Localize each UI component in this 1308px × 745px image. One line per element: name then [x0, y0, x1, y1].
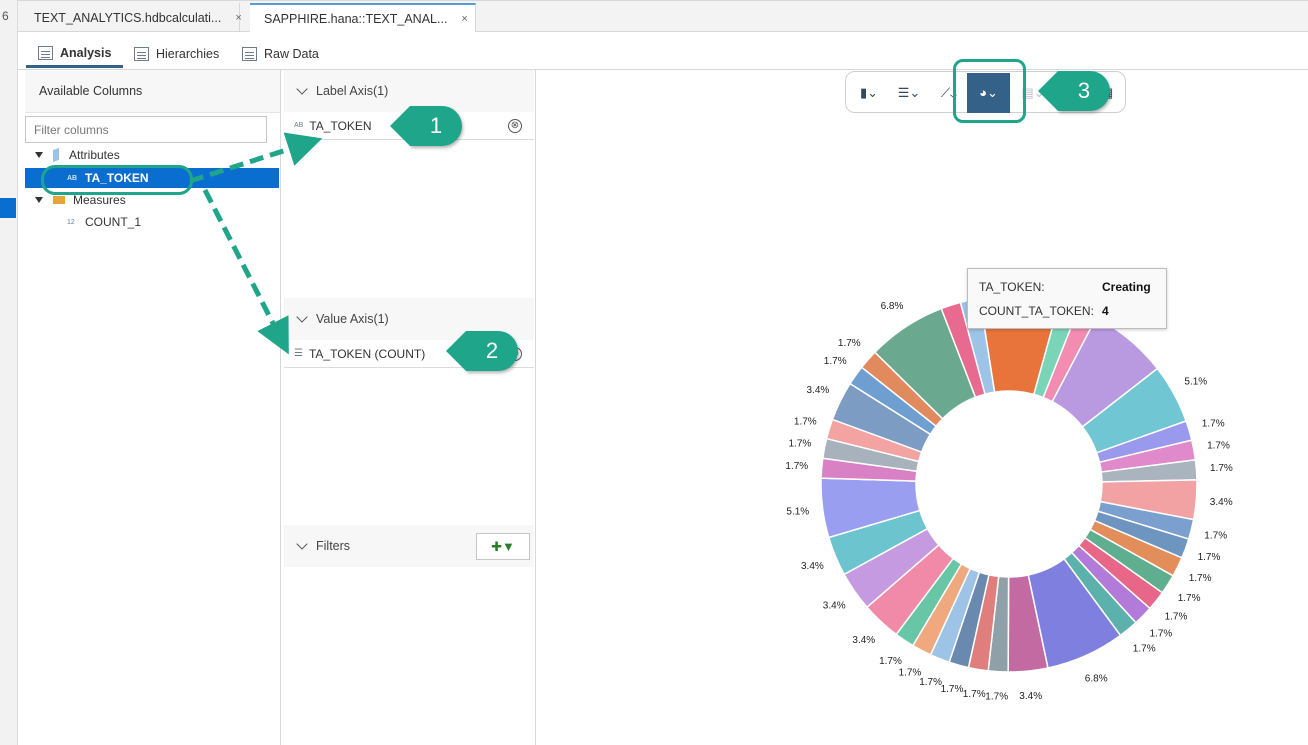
analysis-icon: [38, 45, 53, 60]
step-callout-3: 3: [1038, 71, 1110, 111]
bar-chart-icon: ☰⌄: [897, 85, 921, 100]
slice-data-label: 3.4%: [801, 561, 824, 572]
add-filter-icon: ✚▼: [491, 538, 515, 554]
slice-data-label: 1.7%: [785, 461, 808, 472]
tab-raw-data[interactable]: Raw Data: [242, 40, 319, 68]
slice-data-label: 1.7%: [1133, 644, 1156, 655]
add-filter-button[interactable]: ✚▼: [476, 533, 530, 560]
slice-data-label: 1.7%: [1178, 593, 1201, 604]
slice-data-label: 3.4%: [852, 635, 875, 646]
slice-data-label: 1.7%: [1165, 611, 1188, 622]
hierarchies-icon: [134, 47, 149, 61]
measure-icon: [53, 196, 65, 204]
tab-hierarchies[interactable]: Hierarchies: [134, 40, 219, 68]
type-number-icon: 12: [67, 218, 75, 226]
slice-data-label: 1.7%: [794, 417, 817, 428]
slice-data-label: 6.8%: [881, 301, 904, 312]
slice-data-label: 5.1%: [1184, 377, 1207, 388]
slice-data-label: 3.4%: [1019, 691, 1042, 702]
slice-data-label: 3.4%: [823, 601, 846, 612]
highlight-ring-ta-token: [41, 165, 193, 195]
slice-data-label: 1.7%: [985, 692, 1008, 703]
chevron-down-icon: [296, 83, 308, 95]
chevron-down-icon: [296, 311, 308, 323]
column-chart-button[interactable]: ▮⌄: [852, 77, 886, 109]
tab-label: Raw Data: [264, 47, 319, 61]
close-icon[interactable]: ×: [461, 13, 467, 25]
tooltip-value: 4: [1102, 304, 1109, 318]
axis-item-label: TA_TOKEN: [309, 118, 372, 133]
left-side-strip: 6: [0, 0, 18, 745]
tooltip-key: COUNT_TA_TOKEN:: [979, 304, 1094, 318]
slice-data-label: 1.7%: [899, 668, 922, 679]
slice-data-label: 3.4%: [807, 385, 830, 396]
slice-data-label: 1.7%: [1189, 573, 1212, 584]
folder-icon: [53, 147, 59, 163]
tree-item-label: COUNT_1: [85, 215, 142, 229]
axis-item-label: TA_TOKEN (COUNT): [308, 346, 426, 361]
type-text-icon: AB: [294, 122, 304, 129]
section-title: Filters: [316, 539, 351, 553]
slice-data-label: 1.7%: [941, 684, 964, 695]
tab-label: Analysis: [60, 45, 112, 60]
view-tab-bar: Analysis Hierarchies Raw Data: [18, 32, 1308, 70]
slice-data-label: 1.7%: [1207, 441, 1230, 452]
remove-icon[interactable]: ⊗: [508, 119, 522, 133]
highlight-ring-pie-button: [953, 59, 1026, 123]
slice-data-label: 1.7%: [879, 656, 902, 667]
tooltip-key: TA_TOKEN:: [979, 280, 1045, 294]
bar-chart-button[interactable]: ☰⌄: [892, 77, 926, 109]
tree-node-label: Measures: [73, 193, 126, 207]
editor-tab-bar: TEXT_ANALYTICS.hdbcalculati... × SAPPHIR…: [18, 0, 1308, 33]
editor-tab-sapphire[interactable]: SAPPHIRE.hana::TEXT_ANAL... ×: [250, 3, 476, 33]
available-columns-title: Available Columns: [25, 70, 280, 113]
slice-data-label: 1.7%: [838, 338, 861, 349]
column-chart-icon: ▮⌄: [859, 85, 879, 100]
step-callout-1: 1: [390, 106, 462, 146]
step-callout-2: 2: [446, 331, 518, 371]
editor-tab-text-analytics[interactable]: TEXT_ANALYTICS.hdbcalculati... ×: [20, 3, 242, 32]
section-title: Value Axis(1): [316, 312, 389, 326]
slice-data-label: 1.7%: [1204, 531, 1227, 542]
side-selection-marker: [0, 198, 16, 218]
filter-columns-input[interactable]: [25, 116, 267, 143]
section-title: Label Axis(1): [316, 84, 389, 98]
filters-header[interactable]: Filters ✚▼: [284, 525, 534, 567]
raw-data-icon: [242, 47, 257, 61]
tree-node-attributes[interactable]: Attributes: [25, 145, 279, 165]
tooltip-value: Creating: [1102, 280, 1151, 294]
chart-tooltip: TA_TOKEN: Creating COUNT_TA_TOKEN: 4: [967, 268, 1167, 329]
tab-label: Hierarchies: [156, 47, 220, 61]
caret-down-icon[interactable]: [35, 197, 43, 203]
editor-tab-label: SAPPHIRE.hana::TEXT_ANAL...: [264, 12, 448, 26]
slice-data-label: 6.8%: [1085, 673, 1108, 684]
caret-down-icon[interactable]: [35, 152, 43, 158]
editor-tab-label: TEXT_ANALYTICS.hdbcalculati...: [34, 10, 222, 25]
slice-data-label: 1.7%: [963, 689, 986, 700]
slice-data-label: 1.7%: [1198, 552, 1221, 563]
slice-data-label: 1.7%: [824, 356, 847, 367]
axis-configuration-panel: Label Axis(1) AB TA_TOKEN ⊗ Value Axis(1…: [284, 70, 536, 745]
slice-data-label: 1.7%: [1210, 463, 1233, 474]
slice-data-label: 1.7%: [919, 677, 942, 688]
chevron-down-icon: [296, 538, 308, 550]
slice-data-label: 5.1%: [786, 506, 809, 517]
side-glyph: 6: [2, 9, 9, 23]
measure-lines-icon: ☰: [294, 348, 303, 359]
close-icon[interactable]: ×: [235, 12, 241, 24]
tree-item-count-1[interactable]: 12 COUNT_1: [25, 212, 279, 232]
tree-node-label: Attributes: [69, 148, 120, 162]
slice-data-label: 3.4%: [1210, 497, 1233, 508]
slice-data-label: 1.7%: [1150, 628, 1173, 639]
tab-analysis[interactable]: Analysis: [26, 40, 124, 68]
slice-data-label: 1.7%: [1202, 418, 1225, 429]
slice-data-label: 1.7%: [789, 439, 812, 450]
